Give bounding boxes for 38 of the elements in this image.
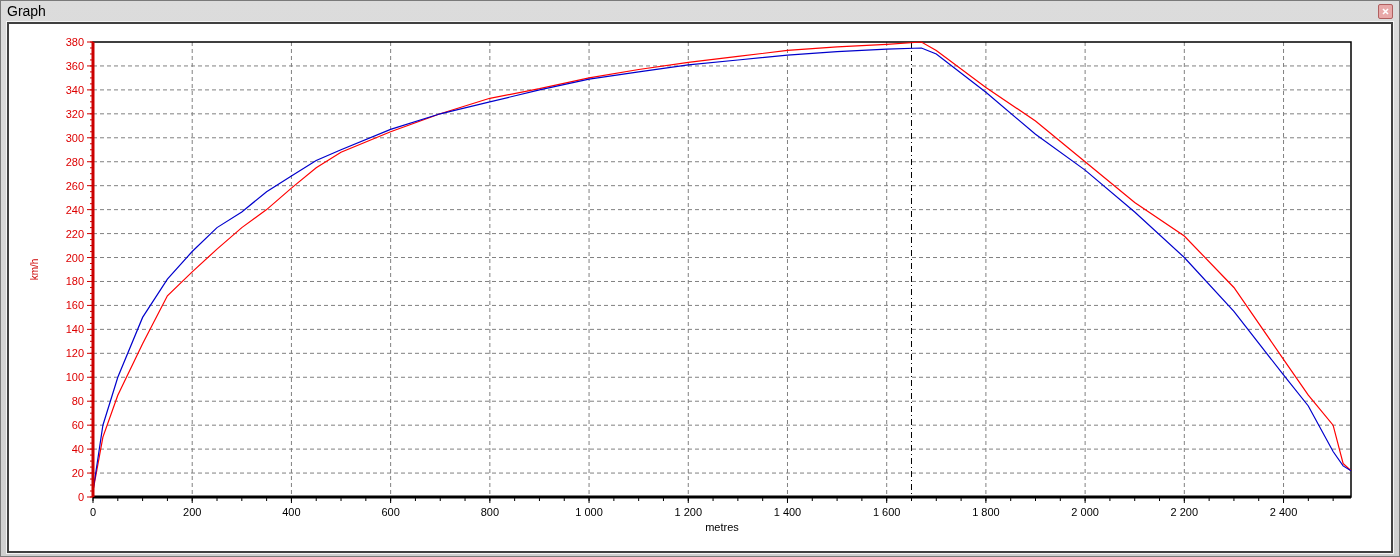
close-icon	[1382, 8, 1389, 15]
axis-tick-label: 1 200	[674, 506, 703, 518]
axis-tick-label: 180	[65, 275, 84, 288]
axis-tick-label: 40	[71, 443, 84, 456]
axis-tick-label: 2 000	[1071, 506, 1099, 518]
axis-tick-label: 20	[71, 467, 84, 480]
axis-tick-label: 1 000	[575, 506, 603, 518]
axis-tick-label: 0	[89, 506, 97, 518]
axis-tick-label: 1 400	[773, 506, 802, 518]
axis-tick-label: 220	[65, 227, 84, 240]
axis-tick-label: 2 200	[1170, 506, 1199, 518]
axis-tick-label: 2 400	[1269, 506, 1298, 518]
axis-tick-label: 120	[65, 347, 84, 360]
axis-tick-label: 300	[65, 131, 84, 144]
axis-tick-label: 200	[65, 251, 84, 264]
axis-tick-label: 340	[65, 83, 84, 96]
axis-tick-label: 80	[71, 395, 84, 408]
axis-tick-label: 140	[65, 323, 84, 336]
axis-tick-label: 320	[65, 107, 84, 120]
axis-tick-label: 600	[381, 506, 400, 518]
axis-tick-label: 360	[65, 59, 84, 72]
axis-tick-label: 240	[65, 203, 84, 216]
axis-title: km/h	[29, 258, 40, 281]
axis-title: metres	[705, 521, 739, 533]
axis-tick-label: 1 600	[872, 506, 901, 518]
axis-tick-label: 0	[77, 491, 84, 503]
axis-tick-label: 60	[71, 419, 84, 432]
close-button[interactable]	[1378, 4, 1393, 19]
axis-tick-label: 100	[65, 371, 84, 384]
axis-tick-label: 160	[65, 299, 84, 312]
axis-tick-label: 260	[65, 179, 84, 192]
axis-tick-label: 800	[480, 506, 500, 518]
axis-tick-label: 400	[282, 506, 301, 518]
axis-tick-label: 200	[183, 506, 202, 518]
axis-tick-label: 280	[65, 155, 84, 168]
window-title: Graph	[7, 2, 46, 21]
axis-tick-label: 380	[65, 36, 84, 48]
axis-tick-label: 1 800	[972, 506, 1000, 518]
